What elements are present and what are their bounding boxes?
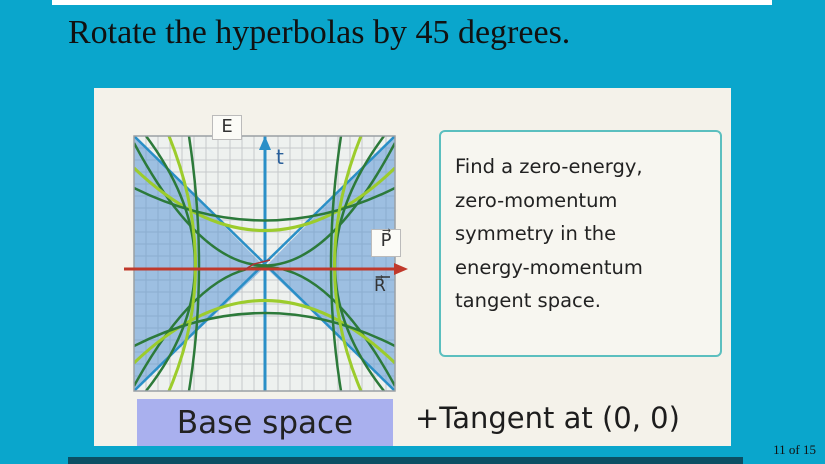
momentum-label-tag: P⃗ — [371, 229, 401, 257]
energy-label-tag: E — [212, 115, 242, 140]
note-line: tangent space. — [455, 289, 601, 313]
note-line: energy-momentum — [455, 255, 643, 279]
base-space-label: Base space — [137, 399, 393, 446]
top-bar — [52, 0, 772, 5]
tangent-label: +Tangent at (0, 0) — [415, 401, 680, 435]
axis-arrow-icon — [394, 263, 408, 275]
time-axis-label: t — [276, 145, 284, 169]
note-line: symmetry in the — [455, 222, 617, 246]
position-axis-label: R⃗ — [374, 276, 386, 296]
slide-title: Rotate the hyperbolas by 45 degrees. — [68, 14, 571, 51]
page-indicator: 11 of 15 — [773, 442, 816, 457]
momentum-label: P⃗ — [380, 230, 392, 251]
content-panel: E t P⃗ R⃗ Find a zero-energy, zero-momen… — [94, 88, 731, 446]
note-line: Find a zero-energy, — [455, 155, 643, 178]
progress-bar — [68, 457, 743, 464]
instruction-note: Find a zero-energy, zero-momentum symmet… — [439, 130, 722, 357]
note-line: zero-momentum — [455, 188, 618, 212]
energy-label: E — [221, 116, 233, 137]
